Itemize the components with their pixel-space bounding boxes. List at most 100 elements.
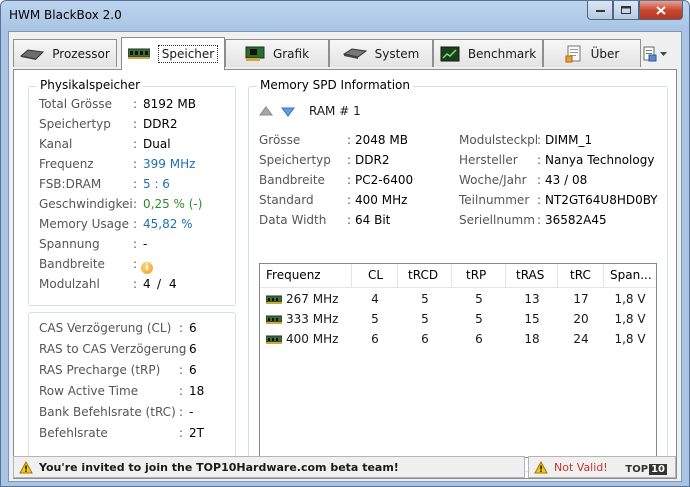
spd-row-data-width: Data Width : 64 Bit Seriellnumm : 36582A…	[249, 213, 667, 233]
column-header[interactable]: tRC	[558, 264, 604, 287]
separator: :	[133, 197, 138, 211]
next-module-button[interactable]	[281, 107, 295, 117]
tab-label: Prozessor	[52, 46, 110, 61]
separator: :	[133, 257, 138, 271]
separator: :	[133, 137, 138, 151]
cell-voltage: 1,8 V	[614, 332, 646, 346]
label: Kanal	[39, 137, 73, 151]
beta-invitation-link[interactable]: You're invited to join the TOP10Hardware…	[13, 456, 525, 478]
bandwidth-info-button[interactable]: i	[141, 259, 153, 274]
separator: :	[133, 177, 138, 191]
top10-logo[interactable]: TOP 10	[625, 464, 667, 475]
value: DDR2	[355, 153, 390, 167]
value: 2T	[189, 426, 204, 440]
tab-menu-button[interactable]	[643, 44, 673, 64]
value: 400 MHz	[286, 332, 339, 346]
row-command-rate: Befehlsrate : 2T	[29, 426, 235, 446]
cpu-icon	[20, 48, 45, 60]
value: 6	[189, 363, 197, 377]
tab-speicher[interactable]: Speicher	[121, 37, 225, 70]
separator: :	[133, 117, 138, 131]
separator: :	[133, 97, 138, 111]
tab-system[interactable]: System	[329, 39, 433, 67]
cell-cl: 4	[371, 292, 379, 306]
column-header[interactable]: tRAS	[506, 264, 558, 287]
separator: /	[157, 277, 162, 291]
separator: :	[179, 321, 184, 335]
label: FSB:DRAM	[39, 177, 102, 191]
tab-label: Über	[590, 46, 620, 61]
value: 5 : 6	[143, 177, 170, 191]
spd-row-standard: Standard : 400 MHz Teilnummer : NT2GT64U…	[249, 193, 667, 213]
column-header[interactable]: CL	[352, 264, 398, 287]
column-header[interactable]: Span...	[604, 264, 656, 287]
cell-trcd: 6	[421, 332, 429, 346]
separator: :	[179, 405, 184, 419]
separator: :	[537, 193, 542, 207]
column-header[interactable]: tRCD	[398, 264, 452, 287]
separator: :	[179, 426, 184, 440]
previous-module-button[interactable]	[259, 106, 273, 116]
tab-label: Grafik	[272, 46, 310, 61]
cell-trcd: 5	[421, 292, 429, 306]
value: DDR2	[143, 117, 178, 131]
validation-status: Not Valid! TOP 10	[528, 456, 676, 478]
row-memory-usage: Memory Usage : 45,82 %	[29, 217, 235, 237]
tab-label: System	[374, 46, 420, 61]
info-icon: i	[141, 262, 153, 274]
maximize-button[interactable]	[613, 1, 639, 20]
value: 2048 MB	[355, 133, 408, 147]
label: Grösse	[259, 133, 301, 147]
separator: :	[537, 213, 542, 227]
column-header[interactable]: tRP	[452, 264, 506, 287]
table-row[interactable]: 267 MHz 4 5 5 13 17 1,8 V	[260, 289, 656, 309]
label: Speichertyp	[39, 117, 111, 131]
group-title: Physikalspeicher	[37, 78, 144, 92]
row-frequency: Frequenz : 399 MHz	[29, 157, 235, 177]
table-row[interactable]: 333 MHz 5 5 5 15 20 1,8 V	[260, 309, 656, 329]
value: 6	[189, 321, 197, 335]
title-bar[interactable]: HWM BlackBox 2.0	[1, 1, 689, 31]
tab-prozessor[interactable]: Prozessor	[13, 39, 117, 67]
label: RAS Precharge (tRP)	[39, 363, 161, 377]
minimize-button[interactable]	[587, 1, 613, 20]
client-area: Prozessor Speicher Grafik System Benchma…	[8, 31, 682, 482]
close-button[interactable]	[639, 1, 683, 20]
graphics-card-icon	[245, 46, 265, 61]
spd-group: Memory SPD Information RAM # 1 Grösse : …	[248, 78, 668, 472]
cell-cl: 5	[371, 312, 379, 326]
value: PC2-6400	[355, 173, 414, 187]
value: -	[189, 405, 194, 419]
window-title: HWM BlackBox 2.0	[9, 8, 122, 22]
value: 45,82 %	[143, 217, 193, 231]
table-row[interactable]: 400 MHz 6 6 6 18 24 1,8 V	[260, 329, 656, 349]
main-window: HWM BlackBox 2.0 Prozessor Speicher Graf…	[0, 0, 690, 487]
row-bank-command-rate: Bank Befehlsrate (tRC) : -	[29, 405, 235, 425]
status-bar: You're invited to join the TOP10Hardware…	[8, 453, 682, 482]
label: Seriellnumm	[459, 213, 535, 227]
row-voltage: Spannung : -	[29, 237, 235, 257]
row-ras-to-cas: RAS to CAS Verzögerung : 6	[29, 342, 235, 362]
cell-voltage: 1,8 V	[614, 312, 646, 326]
drive-icon	[342, 47, 367, 59]
row-ras-precharge: RAS Precharge (tRP) : 6	[29, 363, 235, 383]
label: Bandbreite	[259, 173, 325, 187]
column-header[interactable]: Frequenz	[260, 264, 352, 287]
tab-ueber[interactable]: Über	[543, 39, 641, 67]
spd-timing-table[interactable]: Frequenz CL tRCD tRP tRAS tRC Span... 26…	[259, 263, 657, 458]
value: 8192 MB	[143, 97, 196, 111]
label: Spannung	[39, 237, 100, 251]
separator: :	[133, 157, 138, 171]
value: -	[143, 237, 148, 251]
label: Frequenz	[39, 157, 94, 171]
info-document-icon	[565, 45, 581, 62]
tab-benchmark[interactable]: Benchmark	[433, 39, 543, 67]
ram-icon	[127, 48, 150, 59]
tab-grafik[interactable]: Grafik	[225, 39, 329, 67]
cell-tras: 18	[524, 332, 540, 346]
separator: :	[179, 384, 184, 398]
cell-trp: 5	[475, 312, 483, 326]
row-fsb-dram: FSB:DRAM : 5 : 6	[29, 177, 235, 197]
status-message: You're invited to join the TOP10Hardware…	[39, 460, 399, 474]
group-title: Memory SPD Information	[257, 78, 413, 92]
